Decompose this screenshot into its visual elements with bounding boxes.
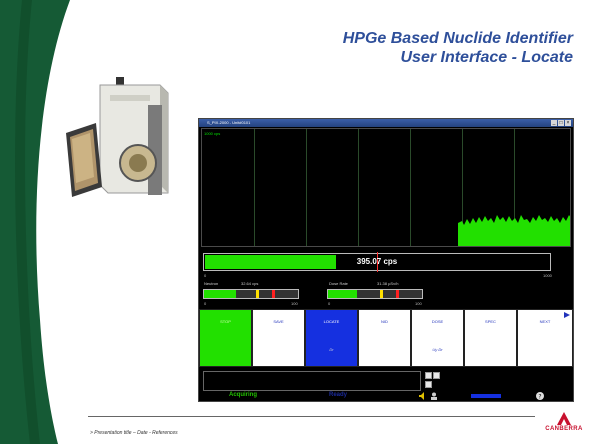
neutron-fill — [204, 290, 236, 298]
grid-line — [358, 129, 359, 246]
slide-title-line2: User Interface - Locate — [400, 49, 573, 66]
detector-device-image — [66, 77, 169, 197]
dose-alarm-marker — [395, 290, 399, 298]
footer-references: > Presentation title – Date - References — [90, 430, 178, 436]
neutron-label: Neutron — [204, 281, 219, 286]
dose-button-label: DOSE — [431, 319, 444, 324]
status-ready: Ready — [329, 392, 348, 398]
dose-scale-max: 100 — [415, 301, 422, 306]
maximize-icon[interactable]: □ — [558, 120, 564, 126]
svg-text:?: ? — [538, 394, 541, 401]
next-arrow-icon — [564, 312, 570, 318]
next-button-label: NEXT — [539, 319, 551, 324]
spec-button[interactable]: SPEC — [464, 309, 517, 367]
battery-level — [471, 394, 501, 398]
canberra-logo-text: CANBERRA — [545, 426, 583, 432]
neutron-scale-max: 100 — [291, 301, 298, 306]
locate-button-label: LOCATE — [323, 319, 340, 324]
next-button[interactable]: NEXT — [517, 309, 573, 367]
neutron-meter — [203, 289, 299, 299]
canberra-logo-icon — [557, 412, 571, 425]
save-button[interactable]: SAVE — [252, 309, 305, 367]
stop-button[interactable]: STOP — [199, 309, 252, 367]
dose-button-sub: Uy Dr — [432, 347, 443, 352]
rate-scale-min: 0 — [204, 273, 207, 278]
locate-button[interactable]: LOCATE Dr — [305, 309, 358, 367]
neutron-alarm-marker — [271, 290, 275, 298]
scroll-up-button[interactable] — [425, 372, 432, 379]
dose-label: Dose Rate — [329, 281, 348, 286]
user-icon[interactable] — [430, 392, 438, 400]
close-icon[interactable]: × — [565, 120, 571, 126]
nid-button-label: NID — [381, 319, 388, 324]
dose-meter — [327, 289, 423, 299]
dose-warning-marker — [379, 290, 383, 298]
scroll-down-button[interactable] — [433, 372, 440, 379]
presentation-slide: HPGe Based Nuclide Identifier User Inter… — [0, 0, 597, 444]
dose-scale-min: 0 — [328, 301, 331, 306]
rate-history-trace — [458, 215, 570, 246]
plot-scale-label: 1000 cps — [204, 131, 221, 136]
stop-button-label: STOP — [220, 319, 231, 324]
count-rate-value: 395.07 cps — [356, 257, 398, 266]
neutron-scale-min: 0 — [204, 301, 207, 306]
grid-line — [254, 129, 255, 246]
dose-value: 31.38 µSv/h — [377, 281, 399, 286]
dose-button[interactable]: DOSE Uy Dr — [411, 309, 464, 367]
status-acquiring: Acquiring — [229, 392, 257, 398]
speaker-icon[interactable] — [419, 392, 427, 400]
message-box — [203, 371, 421, 391]
nid-button[interactable]: NID — [358, 309, 411, 367]
locate-button-sub: Dr — [329, 347, 334, 352]
canberra-logo: CANBERRA — [541, 412, 587, 436]
help-icon[interactable]: ? — [536, 392, 544, 400]
minimize-icon[interactable]: _ — [551, 120, 557, 126]
grid-line — [410, 129, 411, 246]
dose-fill — [328, 290, 358, 298]
rate-scale-max: 1000 — [543, 273, 552, 278]
neutron-value: 32.64 cps — [241, 281, 259, 286]
rate-history-plot: 1000 cps 300 sec — [201, 128, 571, 247]
footer-divider — [88, 416, 535, 417]
count-rate-bar: 395.07 cps — [203, 252, 551, 272]
slide-title-line1: HPGe Based Nuclide Identifier — [342, 30, 573, 47]
clear-message-button[interactable] — [425, 381, 432, 388]
spec-button-label: SPEC — [485, 319, 496, 324]
window-title: S_PIX-2000 - Unit#0101 — [207, 120, 251, 125]
grid-line — [306, 129, 307, 246]
window-titlebar: S_PIX-2000 - Unit#0101 _ □ × — [199, 119, 573, 127]
save-button-label: SAVE — [273, 319, 284, 324]
status-bar: Acquiring Ready ? — [199, 391, 573, 401]
neutron-warning-marker — [255, 290, 259, 298]
ui-screenshot: S_PIX-2000 - Unit#0101 _ □ × 1000 cps 30… — [198, 118, 574, 402]
